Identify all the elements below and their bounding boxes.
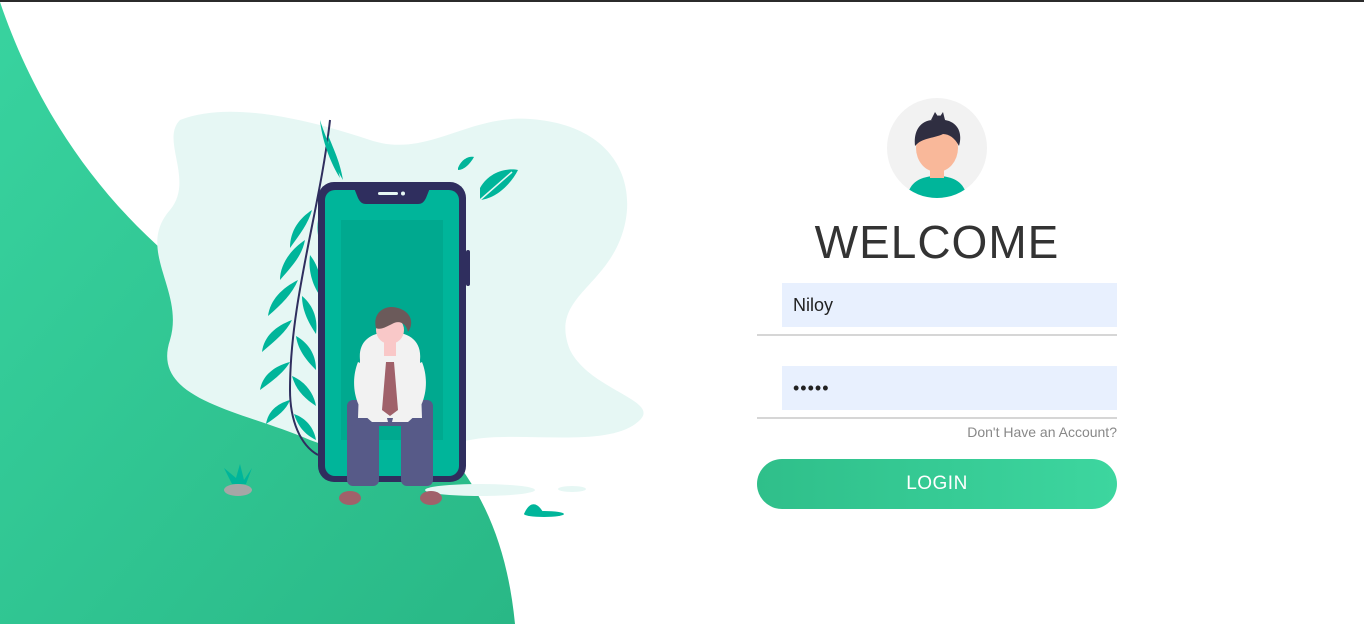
password-field [757, 365, 1117, 419]
username-input[interactable] [782, 283, 1117, 327]
hero-illustration [157, 111, 644, 517]
page-title: WELCOME [814, 216, 1060, 268]
user-avatar-icon [887, 98, 987, 198]
rock [224, 484, 252, 496]
password-input[interactable] [782, 366, 1117, 410]
login-form: WELCOME Don't Have an Account? LOGIN [757, 98, 1117, 509]
username-field [757, 282, 1117, 336]
login-button[interactable]: LOGIN [757, 459, 1117, 509]
ground-shadow [425, 484, 535, 496]
signup-link[interactable]: Don't Have an Account? [757, 424, 1117, 440]
